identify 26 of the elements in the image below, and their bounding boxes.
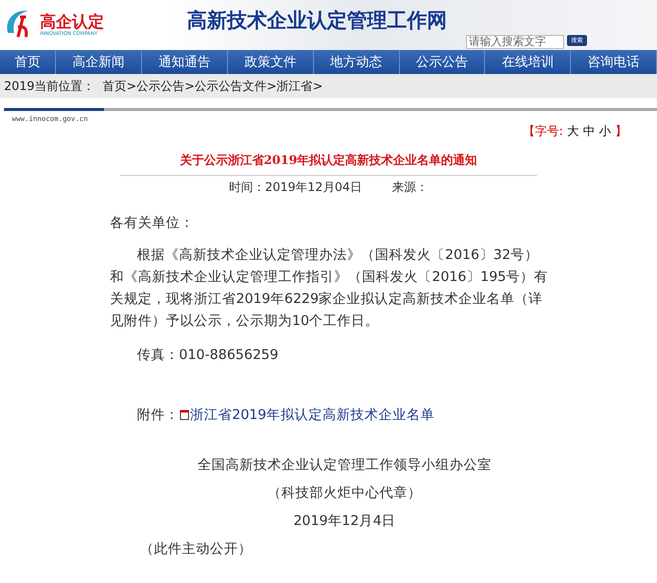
breadcrumb-label: 2019当前位置：: [4, 78, 95, 94]
font-size-link[interactable]: 小: [599, 123, 611, 140]
site-title: 高新技术企业认定管理工作网: [187, 7, 447, 34]
greeting-text: 各有关单位：: [110, 214, 195, 232]
breadcrumb-link[interactable]: 公示公告>: [136, 78, 195, 94]
body-paragraph: 根据《高新技术企业认定管理办法》（国科发火〔2016〕32号）和《高新技术企业认定管理工作指引》（国科发火〔2016〕195号）有关规定，现将浙江省2019年6229家企业拟认定高新技术企业名单（详见附件）予以公示，公示期为10个工作日。: [110, 246, 549, 331]
font-size-link[interactable]: 大: [567, 123, 579, 140]
signature-line: 2019年12月4日: [293, 512, 396, 530]
font-size-link[interactable]: 中: [583, 123, 595, 140]
disclosure-note: （此件主动公开）: [140, 540, 253, 558]
bracket-text: 】: [615, 123, 627, 140]
publish-time: 时间：2019年12月04日: [228, 179, 362, 196]
breadcrumb-link[interactable]: 浙江省>: [276, 78, 323, 94]
breadcrumb-link[interactable]: 首页>: [102, 78, 137, 94]
article-title: 关于公示浙江省2019年拟认定高新技术企业名单的通知: [178, 152, 478, 169]
fax-text: 传真：010-88656259: [136, 346, 280, 365]
file-icon: [180, 410, 189, 420]
attachment-link[interactable]: 浙江省2019年拟认定高新技术企业名单: [190, 404, 434, 426]
signature-line: 全国高新技术企业认定管理工作领导小组办公室: [198, 456, 492, 474]
attachment-label: 附件：: [137, 406, 179, 425]
search-field[interactable]: 请输入搜索文字: [466, 35, 564, 49]
source-label: 来源：: [392, 179, 428, 196]
breadcrumb-link[interactable]: 公示公告文件>: [194, 78, 277, 94]
font-size-label: 【字号:: [522, 123, 563, 140]
signature-line: （科技部火炬中心代章）: [268, 484, 422, 502]
logo-text: 高企认定: [40, 12, 104, 30]
